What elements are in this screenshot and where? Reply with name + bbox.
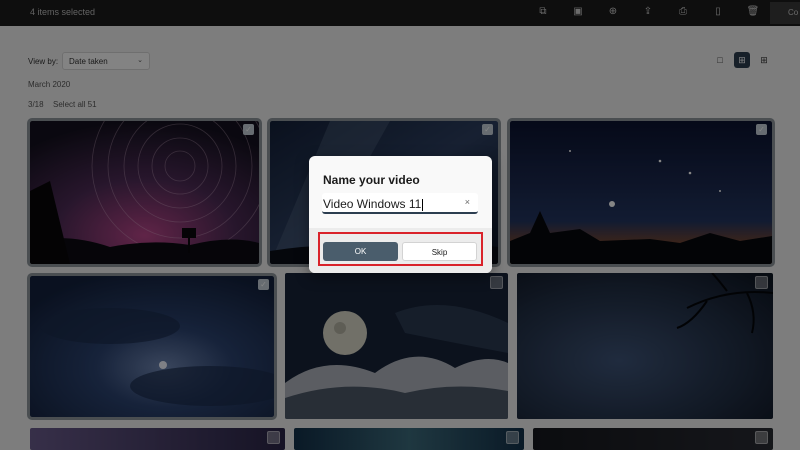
highlight-box xyxy=(318,232,483,266)
dialog-title: Name your video xyxy=(323,173,420,187)
video-name-input[interactable]: Video Windows 11 × xyxy=(322,193,478,214)
video-name-value: Video Windows 11 xyxy=(323,197,424,211)
clear-icon[interactable]: × xyxy=(465,197,470,207)
